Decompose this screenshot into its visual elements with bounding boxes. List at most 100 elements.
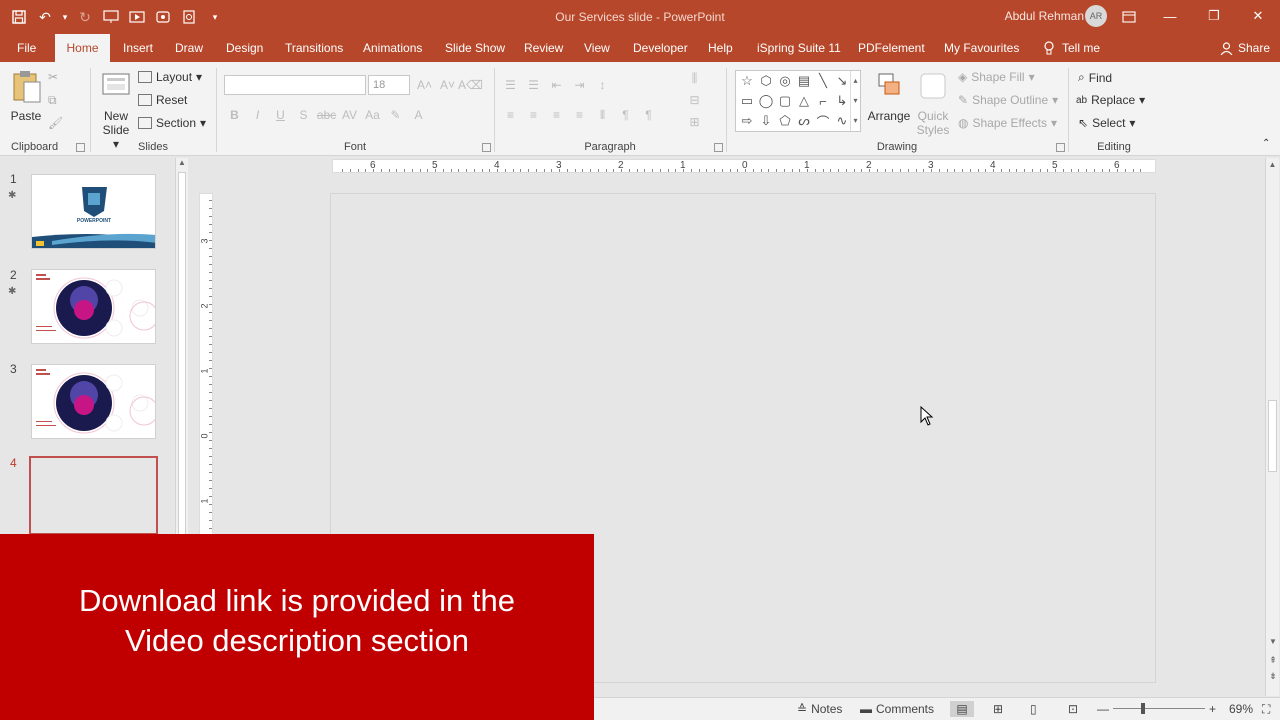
- shape-outline-button[interactable]: ✎ Shape Outline ▾: [958, 93, 1058, 107]
- bold-icon[interactable]: B: [226, 107, 243, 123]
- arrow-line-shape-icon[interactable]: ↘: [833, 72, 851, 90]
- select-button[interactable]: ⇖ Select ▾: [1078, 116, 1135, 130]
- text-direction-icon[interactable]: ⫼: [686, 70, 703, 86]
- slide-thumbnail-3[interactable]: [31, 364, 156, 439]
- align-center-icon[interactable]: ≡: [525, 107, 542, 123]
- cut-icon[interactable]: ✂: [48, 70, 58, 84]
- curve-shape-icon[interactable]: ⌒: [814, 112, 832, 130]
- zoom-in-icon[interactable]: +: [1209, 702, 1216, 716]
- slide-thumbnail-2[interactable]: [31, 269, 156, 344]
- slideshow-view-icon[interactable]: ⊡: [1068, 702, 1078, 716]
- increase-font-icon[interactable]: A˄: [416, 77, 433, 93]
- slide-thumbnail-4[interactable]: [29, 456, 158, 535]
- slide-sorter-icon[interactable]: ⊞: [993, 702, 1003, 716]
- notes-button[interactable]: ≙ Notes: [797, 702, 842, 716]
- tab-developer[interactable]: Developer: [625, 34, 696, 62]
- zoom-level[interactable]: 69%: [1229, 702, 1253, 716]
- collapse-ribbon-icon[interactable]: ⌃: [1262, 138, 1270, 149]
- close-button[interactable]: ✕: [1236, 0, 1280, 32]
- user-name[interactable]: Abdul Rehman: [1005, 9, 1084, 23]
- line-spacing-icon[interactable]: ↕: [594, 77, 611, 93]
- textbox-shape-icon[interactable]: ▤: [795, 72, 813, 90]
- elbow-connector-icon[interactable]: ⌐: [814, 92, 832, 110]
- share-button[interactable]: Share: [1220, 34, 1270, 62]
- zoom-slider[interactable]: [1113, 708, 1205, 709]
- tab-file[interactable]: File: [9, 34, 44, 62]
- strikethrough-icon[interactable]: abc: [317, 107, 336, 123]
- fit-to-window-icon[interactable]: ⛶: [1262, 702, 1270, 717]
- change-case-icon[interactable]: Aa: [364, 107, 381, 123]
- right-arrow-shape-icon[interactable]: ⇨: [738, 112, 756, 130]
- drawing-launcher-icon[interactable]: [1056, 143, 1065, 152]
- tab-my-favourites[interactable]: My Favourites: [936, 34, 1027, 62]
- copy-icon[interactable]: ⧉: [48, 93, 57, 108]
- rectangle-shape-icon[interactable]: ▭: [738, 92, 756, 110]
- wave-shape-icon[interactable]: ∿: [833, 112, 851, 130]
- minimize-button[interactable]: —: [1148, 0, 1192, 32]
- scroll-down-icon[interactable]: ▼: [1266, 637, 1280, 646]
- font-color-icon[interactable]: A: [410, 107, 427, 123]
- ribbon-display-options-icon[interactable]: [1117, 6, 1141, 28]
- tab-pdfelement[interactable]: PDFelement: [850, 34, 933, 62]
- justify-icon[interactable]: ≡: [571, 107, 588, 123]
- tab-ispring-suite[interactable]: iSpring Suite 11: [749, 34, 849, 62]
- smartart-icon[interactable]: ⊞: [686, 114, 703, 130]
- tab-insert[interactable]: Insert: [115, 34, 161, 62]
- tell-me-box[interactable]: Tell me: [1036, 34, 1108, 62]
- increase-indent-icon[interactable]: ⇥: [571, 77, 588, 93]
- tab-animations[interactable]: Animations: [355, 34, 430, 62]
- shape-fill-button[interactable]: ◈ Shape Fill ▾: [958, 70, 1035, 84]
- slide-thumbnail-1[interactable]: POWERPOINT: [31, 174, 156, 249]
- next-slide-icon[interactable]: ⇟: [1266, 671, 1280, 682]
- shapes-more-icon[interactable]: ▴ ▾ ▾: [850, 71, 860, 131]
- avatar[interactable]: AR: [1085, 5, 1107, 27]
- tab-draw[interactable]: Draw: [167, 34, 211, 62]
- font-launcher-icon[interactable]: [482, 143, 491, 152]
- shapes-gallery[interactable]: ☆ ⬡ ◎ ▤ ╲ ↘ ▭ ◯ ▢ △ ⌐ ↳ ⇨ ⇩ ⬠ ᔕ ⌒ ∿ ▴ ▾ ▾: [735, 70, 861, 132]
- elbow-arrow-icon[interactable]: ↳: [833, 92, 851, 110]
- tab-slide-show[interactable]: Slide Show: [437, 34, 513, 62]
- tab-view[interactable]: View: [576, 34, 618, 62]
- zoom-out-icon[interactable]: —: [1097, 702, 1109, 716]
- italic-icon[interactable]: I: [249, 107, 266, 123]
- line-shape-icon[interactable]: ╲: [814, 72, 832, 90]
- oval-shape-icon[interactable]: ◯: [757, 92, 775, 110]
- find-button[interactable]: ⌕ Find: [1078, 70, 1112, 85]
- decrease-font-icon[interactable]: A˅: [439, 77, 456, 93]
- align-right-icon[interactable]: ≡: [548, 107, 565, 123]
- ltr-icon[interactable]: ¶: [617, 107, 634, 123]
- format-painter-icon[interactable]: 🖌: [48, 116, 63, 130]
- underline-icon[interactable]: U: [272, 107, 289, 123]
- reading-view-icon[interactable]: ▯: [1030, 702, 1037, 716]
- font-name-input[interactable]: [224, 75, 366, 95]
- paste-button[interactable]: Paste: [6, 70, 46, 123]
- tab-review[interactable]: Review: [516, 34, 571, 62]
- section-button[interactable]: Section ▾: [138, 116, 206, 130]
- scroll-up-icon[interactable]: ▲: [176, 158, 188, 167]
- quick-styles-button[interactable]: Quick Styles: [912, 70, 954, 137]
- star-shape-icon[interactable]: ☆: [738, 72, 756, 90]
- columns-icon[interactable]: ⫴: [594, 107, 611, 123]
- clear-formatting-icon[interactable]: A⌫: [458, 77, 483, 93]
- tab-transitions[interactable]: Transitions: [277, 34, 351, 62]
- zoom-slider-thumb[interactable]: [1141, 703, 1145, 714]
- circle-shape-icon[interactable]: ◎: [776, 72, 794, 90]
- previous-slide-icon[interactable]: ⇞: [1266, 655, 1280, 666]
- shape-effects-button[interactable]: ◍ Shape Effects ▾: [958, 116, 1057, 130]
- numbering-icon[interactable]: ☰: [525, 77, 542, 93]
- scroll-up-icon[interactable]: ▲: [1266, 160, 1279, 169]
- new-slide-button[interactable]: New Slide ▾: [98, 70, 134, 151]
- highlight-icon[interactable]: ✎: [387, 107, 404, 123]
- align-text-icon[interactable]: ⊟: [686, 92, 703, 108]
- triangle-shape-icon[interactable]: △: [795, 92, 813, 110]
- down-arrow-shape-icon[interactable]: ⇩: [757, 112, 775, 130]
- hexagon-shape-icon[interactable]: ⬡: [757, 72, 775, 90]
- shadow-icon[interactable]: S: [295, 107, 312, 123]
- flowchart-shape-icon[interactable]: ⬠: [776, 112, 794, 130]
- clipboard-launcher-icon[interactable]: [76, 143, 85, 152]
- font-size-input[interactable]: 18: [368, 75, 410, 95]
- tab-help[interactable]: Help: [700, 34, 741, 62]
- freeform-shape-icon[interactable]: ᔕ: [795, 112, 813, 130]
- slide-scrollbar[interactable]: ▲ ▼ ⇞ ⇟: [1265, 158, 1279, 696]
- decrease-indent-icon[interactable]: ⇤: [548, 77, 565, 93]
